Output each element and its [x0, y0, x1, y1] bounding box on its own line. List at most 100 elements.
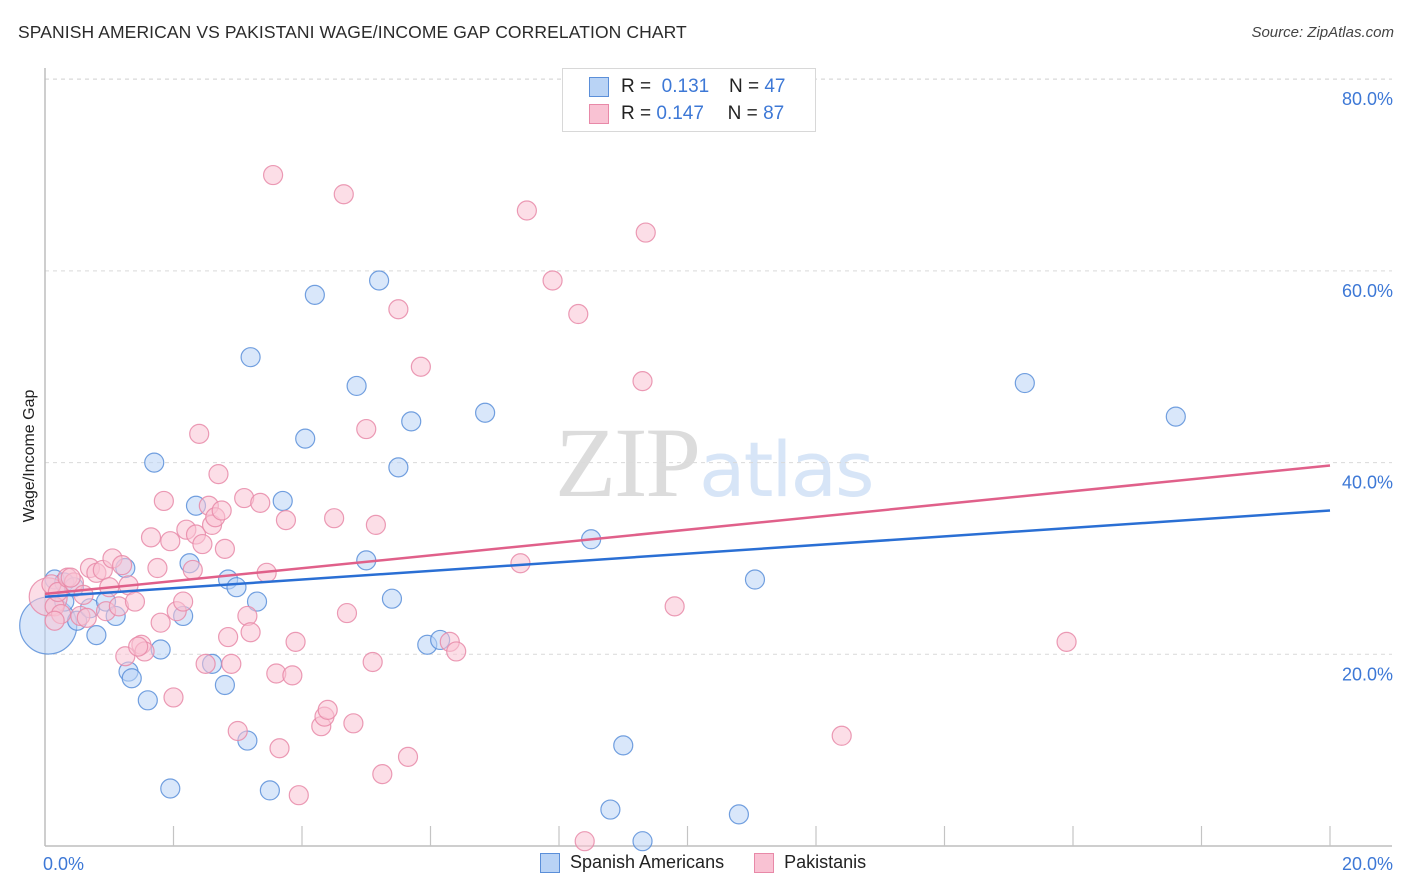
spanish-americans-point: [1014, 372, 1035, 394]
pakistanis-point: [163, 687, 184, 708]
pakistanis-point: [574, 831, 595, 852]
pakistanis-point: [218, 626, 239, 648]
pakistanis-point: [44, 610, 65, 631]
pakistanis-point: [147, 557, 168, 579]
pakistanis-point: [372, 764, 393, 785]
pakistanis-point: [362, 651, 383, 673]
pakistanis-point: [262, 164, 284, 186]
spanish-americans-point: [613, 735, 634, 756]
pakistanis-point: [365, 514, 386, 536]
pakistanis-point: [240, 622, 261, 643]
legend-row-spanish-americans: R = 0.131 N = 47: [589, 75, 785, 99]
legend-label: Spanish Americans: [570, 852, 725, 872]
x-tick-label: 0.0%: [43, 854, 84, 874]
legend-item-spanish-americans[interactable]: Spanish Americans: [540, 852, 724, 873]
x-tick-label: 20.0%: [1342, 854, 1393, 874]
legend-item-pakistanis[interactable]: Pakistanis: [754, 852, 866, 873]
trend-line-pakistanis: [44, 464, 1331, 596]
pakistanis-point: [632, 371, 653, 392]
pakistanis-point: [516, 200, 537, 221]
spanish-americans-point: [304, 284, 325, 305]
pakistanis-point: [542, 270, 563, 291]
n-label: N =: [728, 76, 760, 97]
pakistanis-point: [214, 538, 235, 559]
n-label: N =: [727, 103, 758, 124]
spanish-americans-point: [369, 270, 390, 291]
n-value: 47: [764, 76, 786, 97]
pakistanis-point: [568, 303, 589, 325]
spanish-americans-point: [272, 490, 293, 512]
pakistanis-point: [269, 738, 290, 759]
spanish-americans-point: [295, 428, 316, 449]
pakistanis-point: [831, 725, 852, 746]
grid-lines: [45, 78, 1392, 655]
pakistanis-point: [192, 533, 213, 555]
pakistanis-point: [1056, 631, 1077, 652]
spanish-americans-point: [346, 375, 367, 397]
y-tick-label: 40.0%: [1342, 473, 1393, 493]
blue-swatch-icon: [540, 852, 560, 873]
spanish-americans-point: [388, 457, 409, 478]
pakistanis-point: [410, 356, 431, 377]
pakistanis-point: [208, 464, 229, 485]
spanish-americans-point: [240, 347, 261, 368]
spanish-americans-point: [144, 452, 165, 473]
spanish-americans-point: [728, 804, 750, 825]
pakistanis-point: [356, 418, 377, 440]
pakistanis-point: [128, 636, 149, 657]
y-tick-label: 20.0%: [1342, 664, 1393, 684]
pakistanis-point: [333, 184, 354, 205]
n-value: 87: [763, 103, 785, 124]
pakistanis-point: [189, 423, 210, 444]
pakistanis-point: [343, 713, 364, 734]
pakistanis-point: [150, 612, 171, 633]
pakistanis-point: [124, 591, 146, 612]
legend-row-pakistanis: R = 0.147 N = 87: [589, 102, 784, 126]
series-legend: Spanish Americans Pakistanis: [540, 852, 896, 873]
spanish-americans-point: [121, 668, 142, 689]
scatter-chart: 20.0% 40.0% 60.0% 80.0% 0.0% 20.0% Wage/Incom…: [19, 68, 1393, 874]
y-tick-label: 60.0%: [1342, 281, 1393, 301]
spanish-americans-point: [86, 625, 107, 646]
spanish-americans-point: [137, 690, 158, 711]
y-axis-title: Wage/Income Gap: [21, 390, 38, 523]
pakistanis-point: [111, 555, 133, 576]
spanish-americans-point: [259, 780, 280, 801]
pakistanis-point: [76, 607, 97, 628]
pakistanis-point: [275, 510, 297, 531]
trend-line-spanish-americans: [44, 509, 1331, 599]
pakistanis-point: [160, 531, 181, 552]
r-value: 0.131: [661, 76, 710, 97]
pakistanis-point: [336, 602, 358, 624]
pakistanis-point: [173, 591, 194, 612]
pakistanis-point: [211, 500, 232, 521]
pakistanis-point: [60, 567, 81, 588]
spanish-americans-point: [744, 569, 766, 590]
y-tick-label: 80.0%: [1342, 89, 1393, 109]
legend-label: Pakistanis: [784, 852, 867, 872]
pakistanis-point: [397, 746, 419, 767]
pakistanis-point: [288, 785, 309, 806]
pakistanis-point: [285, 631, 306, 652]
spanish-americans-point: [401, 411, 422, 432]
tick-labels: 20.0% 40.0% 60.0% 80.0% 0.0% 20.0%: [43, 89, 1393, 874]
pakistanis-point: [317, 699, 338, 720]
pink-swatch-icon: [754, 852, 775, 873]
spanish-americans-point: [475, 402, 496, 423]
pakistanis-point: [140, 527, 162, 548]
spanish-americans-point: [214, 674, 235, 696]
pakistanis-point: [153, 490, 174, 512]
pink-swatch-icon: [589, 104, 609, 124]
spanish-americans-point: [160, 778, 181, 799]
pakistanis-point: [221, 653, 242, 674]
spanish-americans-point: [381, 588, 403, 609]
pakistanis-point: [324, 508, 345, 529]
pakistanis-point: [282, 665, 303, 686]
pakistanis-point: [250, 492, 271, 513]
blue-swatch-icon: [589, 77, 609, 97]
pakistanis-point: [227, 720, 248, 742]
r-value: 0.147: [656, 103, 704, 124]
pakistanis-point: [388, 299, 409, 320]
r-label: R =: [621, 76, 652, 97]
r-label: R =: [621, 103, 652, 124]
